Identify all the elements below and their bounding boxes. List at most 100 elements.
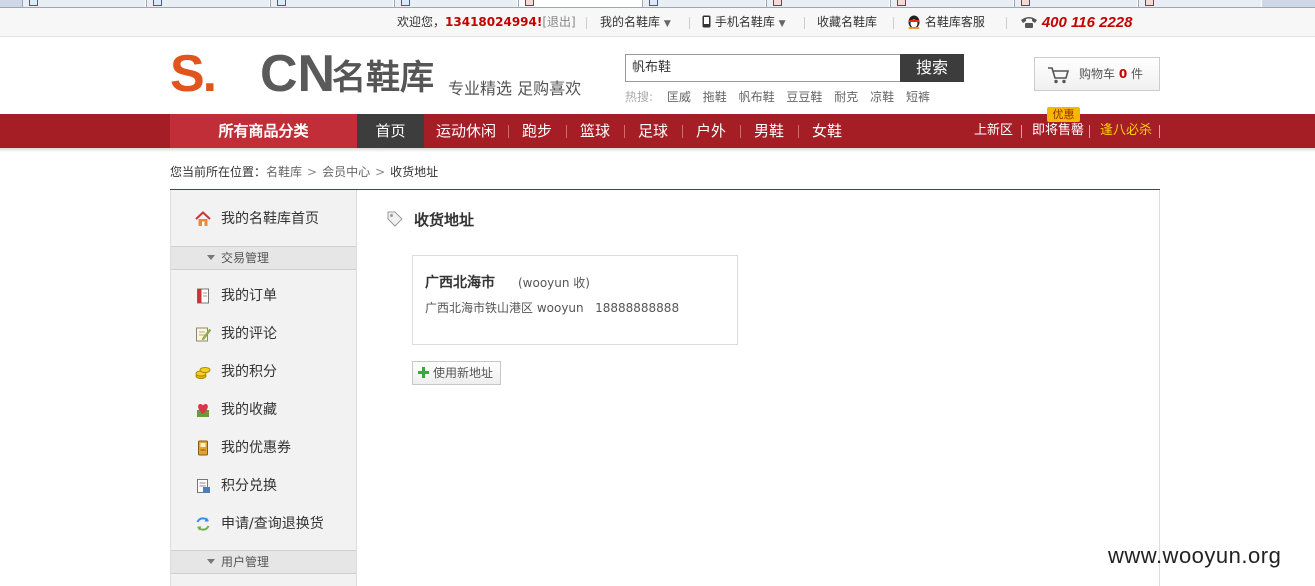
watermark: www.wooyun.org — [1108, 543, 1282, 568]
hot-search: 热搜: 匡威 拖鞋 帆布鞋 豆豆鞋 耐克 凉鞋 短裤 — [625, 88, 938, 105]
nav-item[interactable]: 户外 — [696, 114, 726, 148]
service-label: 名鞋库客服 — [924, 15, 985, 29]
breadcrumb-prefix: 您当前所在位置： — [170, 165, 267, 179]
sidebar-item-redeem[interactable]: 积分兑换 — [171, 467, 356, 505]
nav-item[interactable]: 女鞋 — [812, 114, 842, 148]
browser-tab[interactable] — [1138, 0, 1262, 7]
address-city: 广西北海市 — [425, 275, 495, 291]
nav-item-home[interactable]: 首页 — [357, 114, 424, 148]
cart-count: 0 — [1118, 67, 1128, 81]
divider — [508, 125, 509, 138]
exchange-doc-icon — [197, 479, 210, 493]
page-icon — [1145, 0, 1154, 6]
sidebar-section-label: 用户管理 — [221, 555, 270, 569]
hot-keyword[interactable]: 帆布鞋 — [739, 90, 775, 104]
address-phone: 18888888888 — [595, 301, 680, 315]
nav-item[interactable]: 男鞋 — [754, 114, 784, 148]
divider — [682, 125, 683, 138]
nav-item[interactable]: 足球 — [638, 114, 668, 148]
logo-text-name: 名鞋库 — [332, 58, 434, 98]
address-receiver: (wooyun 收) — [518, 276, 590, 290]
page-icon — [773, 0, 782, 6]
divider — [1021, 125, 1022, 138]
browser-tab[interactable] — [766, 0, 890, 7]
shopping-cart-icon — [1048, 67, 1069, 84]
customer-service-link[interactable]: 名鞋库客服 — [907, 8, 985, 37]
sidebar-item-returns[interactable]: 申请/查询退换货 — [171, 505, 356, 543]
caret-down-icon — [207, 559, 215, 564]
sidebar-item-orders[interactable]: 我的订单 — [171, 277, 356, 315]
divider — [1089, 125, 1090, 138]
cart-button[interactable]: 购物车 0 件 — [1034, 57, 1160, 91]
sidebar-item-label: 我的评论 — [221, 326, 277, 342]
hotline-number: 400 116 2228 — [1041, 14, 1133, 31]
hot-keyword[interactable]: 短裤 — [906, 90, 930, 104]
hot-keyword[interactable]: 拖鞋 — [703, 90, 727, 104]
cart-label: 购物车 — [1079, 67, 1116, 81]
heart-box-icon — [197, 404, 209, 417]
divider — [798, 125, 799, 138]
hot-keyword[interactable]: 匡威 — [667, 90, 691, 104]
sidebar-item-coupons[interactable]: 我的优惠券 — [171, 429, 356, 467]
site-logo[interactable]: S. CN 名鞋库 — [170, 45, 435, 104]
logout-link[interactable]: [退出] — [542, 15, 575, 29]
main-nav: 所有商品分类 首页 运动休闲 跑步 篮球 足球 户外 男鞋 女鞋 上新区 即将售… — [0, 114, 1315, 148]
hot-keyword[interactable]: 豆豆鞋 — [786, 90, 822, 104]
welcome-text: 欢迎您，13418024994![退出] — [397, 8, 576, 37]
page-icon — [525, 0, 534, 6]
refresh-cycle-icon — [196, 517, 210, 531]
browser-tab[interactable] — [394, 0, 518, 7]
coins-icon — [195, 367, 211, 379]
nav-item[interactable]: 篮球 — [580, 114, 610, 148]
caret-down-icon — [207, 255, 215, 260]
breadcrumb-link[interactable]: 名鞋库 — [266, 165, 302, 179]
search-button[interactable]: 搜索 — [900, 54, 964, 82]
sidebar-item-points[interactable]: 我的积分 — [171, 353, 356, 391]
mobile-label: 手机名鞋库 — [714, 15, 775, 29]
page-icon — [649, 0, 658, 6]
sidebar-section-trade[interactable]: 交易管理 — [171, 246, 356, 270]
sidebar-item-reviews[interactable]: 我的评论 — [171, 315, 356, 353]
new-address-button[interactable]: 使用新地址 — [412, 361, 501, 385]
page-title: 收货地址 — [414, 211, 475, 229]
sidebar-section-label: 交易管理 — [221, 251, 270, 265]
search-input[interactable]: 帆布鞋 — [625, 54, 901, 82]
new-address-label: 使用新地址 — [433, 366, 494, 380]
divider — [624, 125, 625, 138]
page-icon — [277, 0, 286, 6]
nav-item[interactable]: 运动休闲 — [436, 114, 496, 148]
all-categories-menu[interactable]: 所有商品分类 — [170, 114, 357, 148]
hot-keyword[interactable]: 耐克 — [834, 90, 858, 104]
my-account-menu[interactable]: 我的名鞋库 ▼ — [600, 8, 671, 37]
nav-item[interactable]: 跑步 — [522, 114, 552, 148]
sidebar-item-label: 我的收藏 — [221, 402, 277, 418]
browser-tab[interactable] — [22, 0, 146, 7]
divider — [893, 17, 894, 29]
browser-tab[interactable] — [146, 0, 270, 7]
browser-tab[interactable] — [642, 0, 766, 7]
favorite-site-link[interactable]: 收藏名鞋库 — [817, 8, 877, 37]
telephone-icon — [1021, 17, 1037, 28]
caret-down-icon: ▼ — [663, 19, 671, 29]
order-document-icon — [197, 288, 209, 304]
nav-link-new[interactable]: 上新区 — [974, 114, 1013, 148]
browser-tab[interactable] — [270, 0, 394, 7]
hot-keyword[interactable]: 凉鞋 — [870, 90, 894, 104]
mobile-menu[interactable]: 手机名鞋库 ▼ — [702, 8, 786, 37]
price-tag-icon — [387, 211, 403, 227]
address-card[interactable]: 广西北海市 (wooyun 收) 广西北海市铁山港区 wooyun 188888… — [412, 255, 738, 345]
breadcrumb-link[interactable]: 会员中心 — [322, 165, 370, 179]
divider — [804, 17, 805, 29]
sidebar-item-favorites[interactable]: 我的收藏 — [171, 391, 356, 429]
sidebar-item-label: 申请/查询退换货 — [221, 516, 324, 532]
edit-note-icon — [196, 327, 211, 342]
hotline: 400 116 2228 — [1020, 8, 1132, 37]
browser-tab[interactable] — [890, 0, 1014, 7]
browser-tab-active[interactable] — [518, 0, 642, 7]
nav-link-flash-sale[interactable]: 逢八必杀 — [1100, 114, 1152, 148]
sidebar-section-user[interactable]: 用户管理 — [171, 550, 356, 574]
sidebar-item-home[interactable]: 我的名鞋库首页 — [171, 200, 356, 238]
browser-tab[interactable] — [1014, 0, 1138, 7]
username-link[interactable]: 13418024994 — [445, 15, 537, 29]
sidebar-item-label: 积分兑换 — [221, 478, 277, 494]
